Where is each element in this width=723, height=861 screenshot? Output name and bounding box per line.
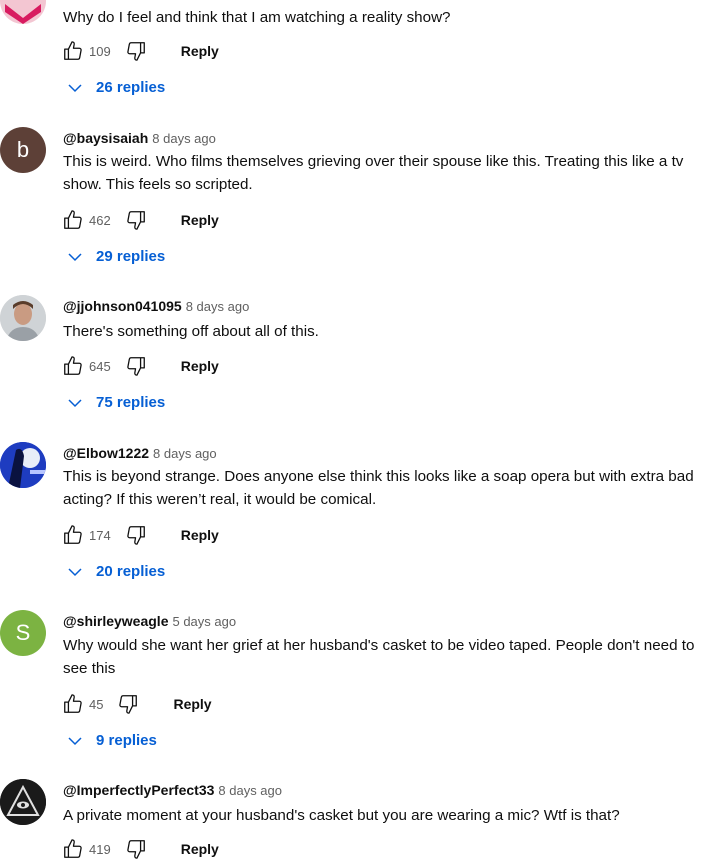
comment-text: Why would she want her grief at her husb… <box>63 637 695 677</box>
avatar[interactable] <box>0 0 46 24</box>
thumb-down-icon[interactable] <box>125 209 147 231</box>
chevron-down-icon <box>68 252 82 261</box>
comment-text: This is weird. Who films themselves grie… <box>63 153 684 193</box>
thumb-up-icon[interactable] <box>62 524 84 546</box>
like-count: 462 <box>89 212 111 228</box>
avatar[interactable] <box>0 779 46 825</box>
comment-actions: 174 Reply <box>62 523 219 547</box>
thumb-down-icon[interactable] <box>125 355 147 377</box>
comment-header: @ImperfectlyPerfect33 8 days ago <box>63 781 282 800</box>
chevron-down-icon <box>68 567 82 576</box>
avatar[interactable]: b <box>0 127 46 173</box>
reply-button[interactable]: Reply <box>181 43 219 59</box>
comment-actions: 645 Reply <box>62 354 219 378</box>
comment-header: @Elbow1222 8 days ago <box>63 444 217 463</box>
view-replies-button[interactable]: 29 replies <box>68 248 165 265</box>
reply-button[interactable]: Reply <box>181 841 219 857</box>
view-replies-button[interactable]: 75 replies <box>68 394 165 411</box>
view-replies-button[interactable]: 20 replies <box>68 563 165 580</box>
avatar-letter: S <box>15 620 31 645</box>
comment-time[interactable]: 5 days ago <box>172 614 236 629</box>
like-count: 645 <box>89 358 111 374</box>
replies-count: 20 replies <box>96 563 166 580</box>
reply-button[interactable]: Reply <box>181 358 219 374</box>
thumb-down-icon[interactable] <box>125 40 147 62</box>
comment-text: This is beyond strange. Does anyone else… <box>63 468 694 508</box>
comment-time[interactable]: 8 days ago <box>152 131 216 146</box>
avatar[interactable] <box>0 442 46 488</box>
thumb-down-icon[interactable] <box>117 693 139 715</box>
reply-button[interactable]: Reply <box>181 212 219 228</box>
like-count: 419 <box>89 841 111 857</box>
comment-actions: 462 Reply <box>62 208 219 232</box>
comment-actions: 45 Reply <box>62 692 212 716</box>
comment-header: @jjohnson041095 8 days ago <box>63 297 249 316</box>
thumb-up-icon[interactable] <box>62 209 84 231</box>
view-replies-button[interactable]: 9 replies <box>68 732 157 749</box>
comment-actions: 109 Reply <box>62 39 219 63</box>
author-name[interactable]: @jjohnson041095 <box>63 298 182 314</box>
replies-count: 75 replies <box>96 394 166 411</box>
replies-count: 29 replies <box>96 248 166 265</box>
thumb-up-icon[interactable] <box>62 355 84 377</box>
chevron-down-icon <box>68 83 82 92</box>
author-name[interactable]: @baysisaiah <box>63 130 148 146</box>
comment-text: There's something off about all of this. <box>63 323 319 340</box>
thumb-down-icon[interactable] <box>125 838 147 860</box>
author-name[interactable]: @ImperfectlyPerfect33 <box>63 782 214 798</box>
comment-actions: 419 Reply <box>62 837 219 861</box>
comment-time[interactable]: 8 days ago <box>186 299 250 314</box>
view-replies-button[interactable]: 26 replies <box>68 79 165 96</box>
comment-text: A private moment at your husband's caske… <box>63 807 620 824</box>
comment-time[interactable]: 8 days ago <box>153 446 217 461</box>
replies-count: 26 replies <box>96 79 166 96</box>
thumb-up-icon[interactable] <box>62 693 84 715</box>
avatar-letter: b <box>16 137 30 162</box>
author-name[interactable]: @Elbow1222 <box>63 445 149 461</box>
chevron-down-icon <box>68 736 82 745</box>
avatar[interactable] <box>0 295 46 341</box>
avatar[interactable]: S <box>0 610 46 656</box>
replies-count: 9 replies <box>96 732 157 749</box>
author-name[interactable]: @shirleyweagle <box>63 613 168 629</box>
comment-header: @shirleyweagle 5 days ago <box>63 612 236 631</box>
comment-time[interactable]: 8 days ago <box>218 783 282 798</box>
comment-text: Why do I feel and think that I am watchi… <box>63 9 451 26</box>
reply-button[interactable]: Reply <box>173 696 211 712</box>
thumb-down-icon[interactable] <box>125 524 147 546</box>
thumb-up-icon[interactable] <box>62 40 84 62</box>
chevron-down-icon <box>68 398 82 407</box>
reply-button[interactable]: Reply <box>181 527 219 543</box>
like-count: 174 <box>89 527 111 543</box>
comment-header: @baysisaiah 8 days ago <box>63 129 216 148</box>
thumb-up-icon[interactable] <box>62 838 84 860</box>
like-count: 45 <box>89 696 104 712</box>
like-count: 109 <box>89 43 111 59</box>
